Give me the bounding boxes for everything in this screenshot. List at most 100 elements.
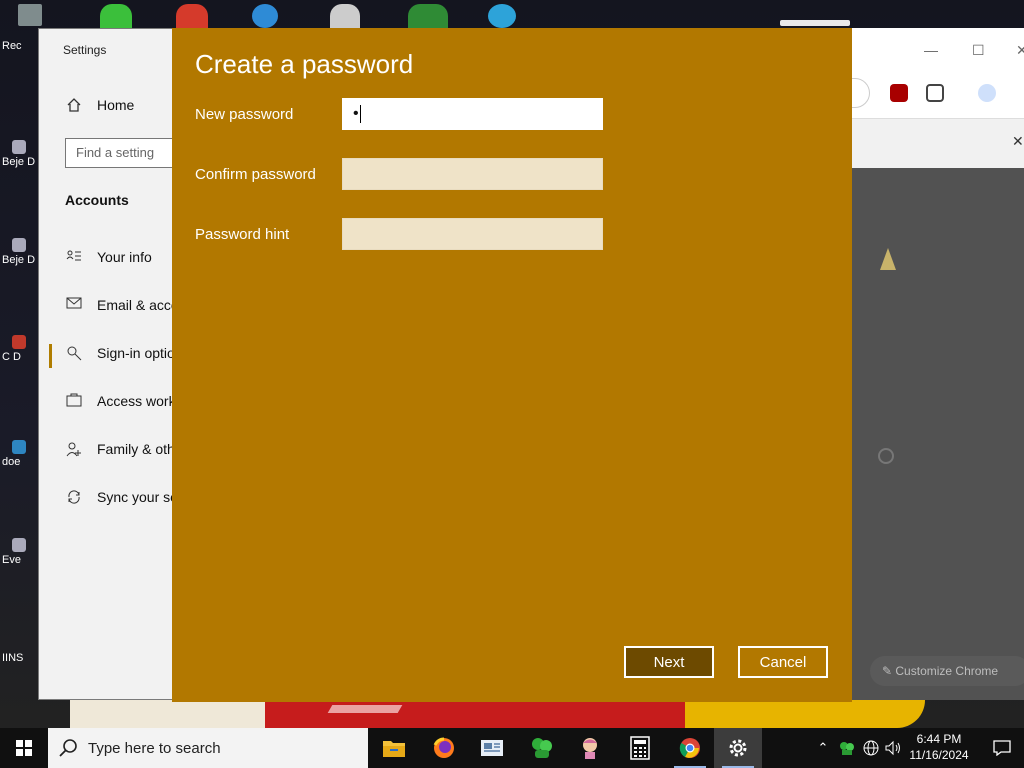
extensions-icon[interactable] bbox=[926, 84, 944, 102]
new-password-field[interactable]: • bbox=[342, 98, 603, 130]
briefcase-icon bbox=[65, 393, 83, 409]
cone-icon bbox=[880, 248, 896, 270]
selected-indicator bbox=[49, 344, 52, 368]
show-hidden-icons[interactable]: ⌃ bbox=[814, 728, 832, 768]
settings-nav-sync[interactable]: Sync your se bbox=[65, 489, 178, 505]
edit-icon: ✎ bbox=[882, 664, 896, 678]
volume-icon bbox=[885, 740, 900, 756]
close-icon[interactable]: ✕ bbox=[1012, 133, 1024, 150]
key-icon bbox=[65, 345, 83, 361]
taskbar-search-placeholder: Type here to search bbox=[88, 739, 221, 757]
chrome-toolbar: — ☐ ✕ bbox=[830, 28, 1024, 118]
settings-home[interactable]: Home bbox=[65, 97, 134, 113]
new-password-value: • bbox=[353, 105, 359, 123]
taskbar-firefox[interactable] bbox=[420, 728, 468, 768]
green-tray-icon bbox=[840, 742, 854, 755]
ublock-icon[interactable] bbox=[890, 84, 908, 102]
taskbar-news[interactable] bbox=[468, 728, 516, 768]
taskbar-calculator[interactable] bbox=[616, 728, 664, 768]
clock-date: 11/16/2024 bbox=[909, 748, 969, 762]
create-password-dialog: Create a password New password • Confirm… bbox=[172, 28, 852, 702]
taskbar-search-box[interactable]: Type here to search bbox=[48, 728, 368, 768]
taskbar-clock[interactable]: 6:44 PM 11/16/2024 bbox=[903, 731, 975, 763]
desktop-icon-label: Eve bbox=[2, 554, 21, 566]
sync-icon bbox=[65, 489, 83, 505]
desktop-icon-label: Beje D bbox=[2, 254, 36, 266]
taskbar-green-app[interactable] bbox=[518, 728, 566, 768]
desktop-top-icons bbox=[0, 0, 1024, 28]
close-icon[interactable]: ✕ bbox=[1016, 42, 1024, 59]
taskbar-chrome[interactable] bbox=[666, 728, 714, 768]
desktop-icon[interactable]: IINS bbox=[2, 652, 42, 664]
desktop-icon[interactable]: Beje D bbox=[2, 238, 42, 266]
taskbar-character-app[interactable] bbox=[566, 728, 614, 768]
tray-app-icon[interactable] bbox=[836, 728, 858, 768]
settings-nav-sign-in-options[interactable]: Sign-in optio bbox=[65, 345, 175, 361]
chrome-window: — ☐ ✕ ✕ ✎ Customize Chrome bbox=[830, 28, 1024, 700]
desktop-icon-recycle-bin[interactable]: Rec bbox=[2, 40, 42, 52]
settings-nav-access-work[interactable]: Access work bbox=[65, 393, 176, 409]
taskbar-file-explorer[interactable] bbox=[370, 728, 418, 768]
customize-chrome-label: Customize Chrome bbox=[895, 664, 999, 678]
firefox-icon bbox=[433, 737, 454, 758]
person-card-icon bbox=[65, 249, 83, 265]
shortcut-icon bbox=[12, 538, 26, 552]
settings-window: Settings Home Find a setting Accounts Yo… bbox=[38, 28, 205, 700]
desktop-icon[interactable]: Beje D bbox=[2, 140, 42, 168]
family-icon bbox=[65, 441, 83, 457]
desktop-icon-label: C D bbox=[2, 351, 21, 363]
settings-nav-family[interactable]: Family & oth bbox=[65, 441, 175, 457]
password-hint-field[interactable] bbox=[342, 218, 603, 250]
settings-section-title: Accounts bbox=[65, 192, 129, 208]
text-caret bbox=[359, 105, 361, 123]
chrome-icon bbox=[679, 738, 700, 758]
volume-tray[interactable] bbox=[882, 728, 904, 768]
notification-icon bbox=[993, 740, 1011, 756]
gear-icon bbox=[729, 739, 747, 757]
shortcut-icon[interactable] bbox=[878, 448, 894, 464]
notification-center-button[interactable] bbox=[980, 728, 1024, 768]
find-setting-placeholder: Find a setting bbox=[76, 145, 155, 160]
chrome-bookmarks-bar: ✕ bbox=[840, 118, 1024, 168]
customize-chrome-button[interactable]: ✎ Customize Chrome bbox=[870, 656, 1024, 686]
news-icon bbox=[481, 740, 503, 756]
shortcut-icon bbox=[12, 140, 26, 154]
taskbar-settings[interactable] bbox=[714, 728, 762, 768]
home-icon bbox=[65, 97, 83, 113]
dialog-title: Create a password bbox=[195, 49, 414, 79]
maximize-icon[interactable]: ☐ bbox=[972, 42, 985, 59]
desktop-icon[interactable]: doe bbox=[2, 440, 42, 468]
clock-time: 6:44 PM bbox=[916, 732, 962, 746]
next-button-label: Next bbox=[653, 653, 685, 671]
shortcut-icon bbox=[12, 335, 26, 349]
desktop-icon-label: Beje D bbox=[2, 156, 36, 168]
settings-window-title: Settings bbox=[63, 43, 107, 57]
character-icon bbox=[583, 738, 597, 759]
start-button[interactable] bbox=[0, 728, 48, 768]
network-tray[interactable] bbox=[860, 728, 882, 768]
minimize-icon[interactable]: — bbox=[924, 42, 938, 58]
settings-nav-label: Your info bbox=[97, 249, 152, 265]
shortcut-icon bbox=[12, 440, 26, 454]
confirm-password-field[interactable] bbox=[342, 158, 603, 190]
settings-nav-your-info[interactable]: Your info bbox=[65, 249, 152, 265]
desktop-icon-label: IINS bbox=[2, 652, 24, 664]
settings-nav-label: Sign-in optio bbox=[97, 345, 175, 361]
cancel-button[interactable]: Cancel bbox=[738, 646, 828, 678]
confirm-password-label: Confirm password bbox=[195, 166, 316, 183]
calculator-icon bbox=[630, 736, 650, 760]
new-password-label: New password bbox=[195, 106, 294, 123]
desktop-icon[interactable]: C D bbox=[2, 335, 42, 363]
desktop-icon[interactable]: Eve bbox=[2, 538, 42, 566]
desktop-icon-label: doe bbox=[2, 456, 21, 468]
globe-icon bbox=[863, 740, 879, 756]
settings-home-label: Home bbox=[97, 97, 135, 113]
settings-nav-email-accounts[interactable]: Email & acco bbox=[65, 297, 179, 313]
taskbar: Type here to search ⌃ 6:44 PM 11/16/2024 bbox=[0, 728, 1024, 768]
profile-icon[interactable] bbox=[978, 84, 996, 102]
settings-nav-label: Access work bbox=[97, 393, 176, 409]
next-button[interactable]: Next bbox=[624, 646, 714, 678]
search-icon bbox=[59, 739, 77, 757]
cancel-button-label: Cancel bbox=[759, 653, 807, 671]
password-hint-label: Password hint bbox=[195, 226, 290, 243]
